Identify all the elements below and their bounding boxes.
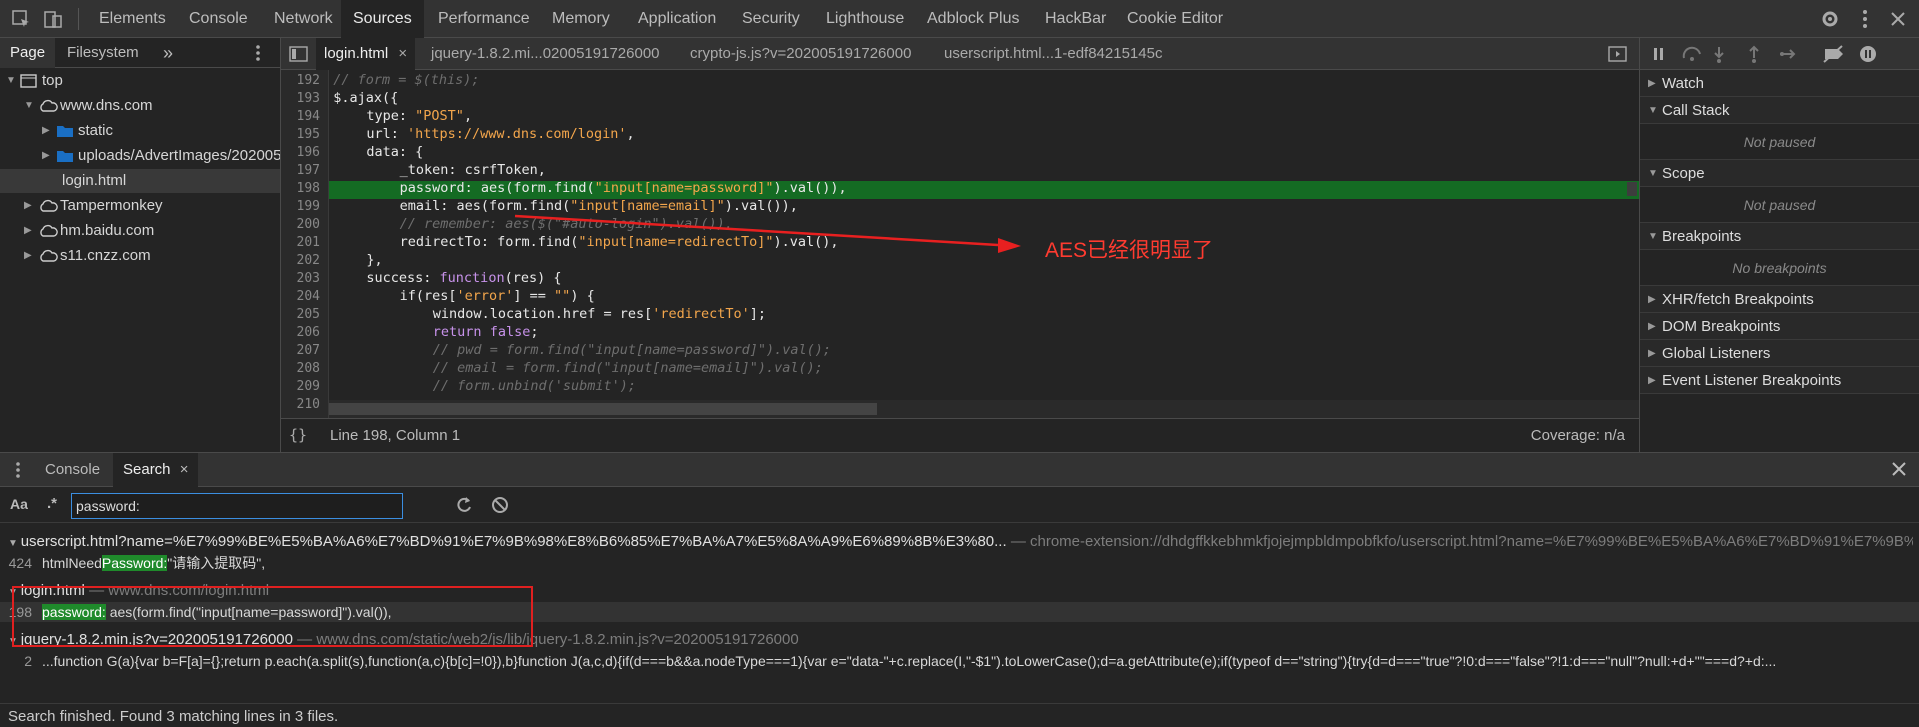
tab-console[interactable]: Console	[35, 453, 110, 487]
regex-toggle[interactable]: .*	[47, 495, 57, 512]
section-call-stack[interactable]: ▼ Call Stack	[1640, 97, 1919, 124]
step-over-icon	[1682, 46, 1701, 61]
search-status: Search finished. Found 3 matching lines …	[0, 703, 1919, 727]
step-into-icon	[1714, 47, 1724, 63]
expanded-arrow-icon: ▼	[1648, 168, 1658, 179]
section-body: Not paused	[1640, 124, 1919, 160]
collapsed-arrow-icon: ▶	[1648, 78, 1656, 89]
section-xhr-fetch-breakpoints[interactable]: ▶ XHR/fetch Breakpoints	[1640, 286, 1919, 313]
step-out-icon	[1749, 45, 1759, 63]
tab-search-label: Search	[123, 461, 171, 478]
pause-script-icon	[1654, 48, 1663, 60]
pause-on-exceptions-icon	[1860, 46, 1876, 62]
annotation-text: AES已经很明显了	[1045, 239, 1214, 262]
section-body: Not paused	[1640, 187, 1919, 223]
result-match: Password:	[101, 555, 168, 571]
section-title: Call Stack	[1662, 102, 1730, 119]
debugger-sections: ▶ Watch ▼ Call Stack Not paused ▼ Scope Not pau…	[1640, 70, 1919, 394]
clear-icon[interactable]	[490, 495, 510, 519]
section-title: Event Listener Breakpoints	[1662, 372, 1842, 389]
section-title: Watch	[1662, 75, 1704, 92]
result-line-number: 424	[8, 555, 32, 571]
section-title: Breakpoints	[1662, 228, 1742, 245]
result-line-number: 2	[24, 653, 32, 669]
section-scope[interactable]: ▼ Scope	[1640, 160, 1919, 187]
expanded-arrow-icon: ▼	[1648, 231, 1658, 242]
highlight-box	[12, 586, 533, 647]
search-bar: Aa .*	[0, 487, 1919, 523]
section-global-listeners[interactable]: ▶ Global Listeners	[1640, 340, 1919, 367]
expanded-arrow-icon: ▼	[8, 538, 21, 549]
section-title: DOM Breakpoints	[1662, 318, 1781, 335]
close-search-tab-icon[interactable]: ×	[180, 461, 189, 478]
result-pre: ...function G(a){var b=F[a]={};return p.…	[42, 653, 1777, 669]
expanded-arrow-icon: ▼	[1648, 105, 1658, 116]
collapsed-arrow-icon: ▶	[1648, 294, 1656, 305]
section-dom-breakpoints[interactable]: ▶ DOM Breakpoints	[1640, 313, 1919, 340]
result-post: "请输入提取码",	[167, 555, 266, 571]
section-body: No breakpoints	[1640, 250, 1919, 286]
drawer-menu-icon[interactable]	[10, 460, 26, 484]
tab-search[interactable]: Search ×	[113, 453, 199, 487]
collapsed-arrow-icon: ▶	[1648, 321, 1656, 332]
refresh-icon[interactable]	[454, 495, 474, 519]
debugger-toolbar	[1640, 38, 1919, 70]
match-case-toggle[interactable]: Aa	[10, 496, 28, 512]
result-line[interactable]: 424 htmlNeedPassword:"请输入提取码",	[0, 553, 1919, 573]
section-event-listener-breakpoints[interactable]: ▶ Event Listener Breakpoints	[1640, 367, 1919, 394]
section-title: Scope	[1662, 165, 1705, 182]
collapsed-arrow-icon: ▶	[1648, 375, 1656, 386]
result-file-path: — chrome-extension://dhdgffkkebhmkfjojej…	[1010, 533, 1913, 550]
search-input[interactable]	[71, 493, 403, 519]
debugger-sidebar: ▶ Watch ▼ Call Stack Not paused ▼ Scope Not pau…	[1639, 38, 1919, 452]
collapsed-arrow-icon: ▶	[1648, 348, 1656, 359]
drawer-tabs: Console Search ×	[0, 453, 1919, 487]
section-title: XHR/fetch Breakpoints	[1662, 291, 1814, 308]
result-file-name: userscript.html?name=%E7%99%BE%E5%BA%A6%…	[20, 533, 1007, 550]
deactivate-breakpoints-icon	[1823, 45, 1843, 63]
result-pre: htmlNeed	[42, 555, 102, 571]
section-title: Global Listeners	[1662, 345, 1771, 362]
close-drawer-icon[interactable]	[1890, 460, 1908, 482]
step-icon	[1780, 49, 1796, 59]
result-file[interactable]: ▼ userscript.html?name=%E7%99%BE%E5%BA%A…	[8, 533, 1913, 550]
section-watch[interactable]: ▶ Watch	[1640, 70, 1919, 97]
result-line[interactable]: 2 ...function G(a){var b=F[a]={};return p…	[0, 651, 1919, 671]
section-breakpoints[interactable]: ▼ Breakpoints	[1640, 223, 1919, 250]
